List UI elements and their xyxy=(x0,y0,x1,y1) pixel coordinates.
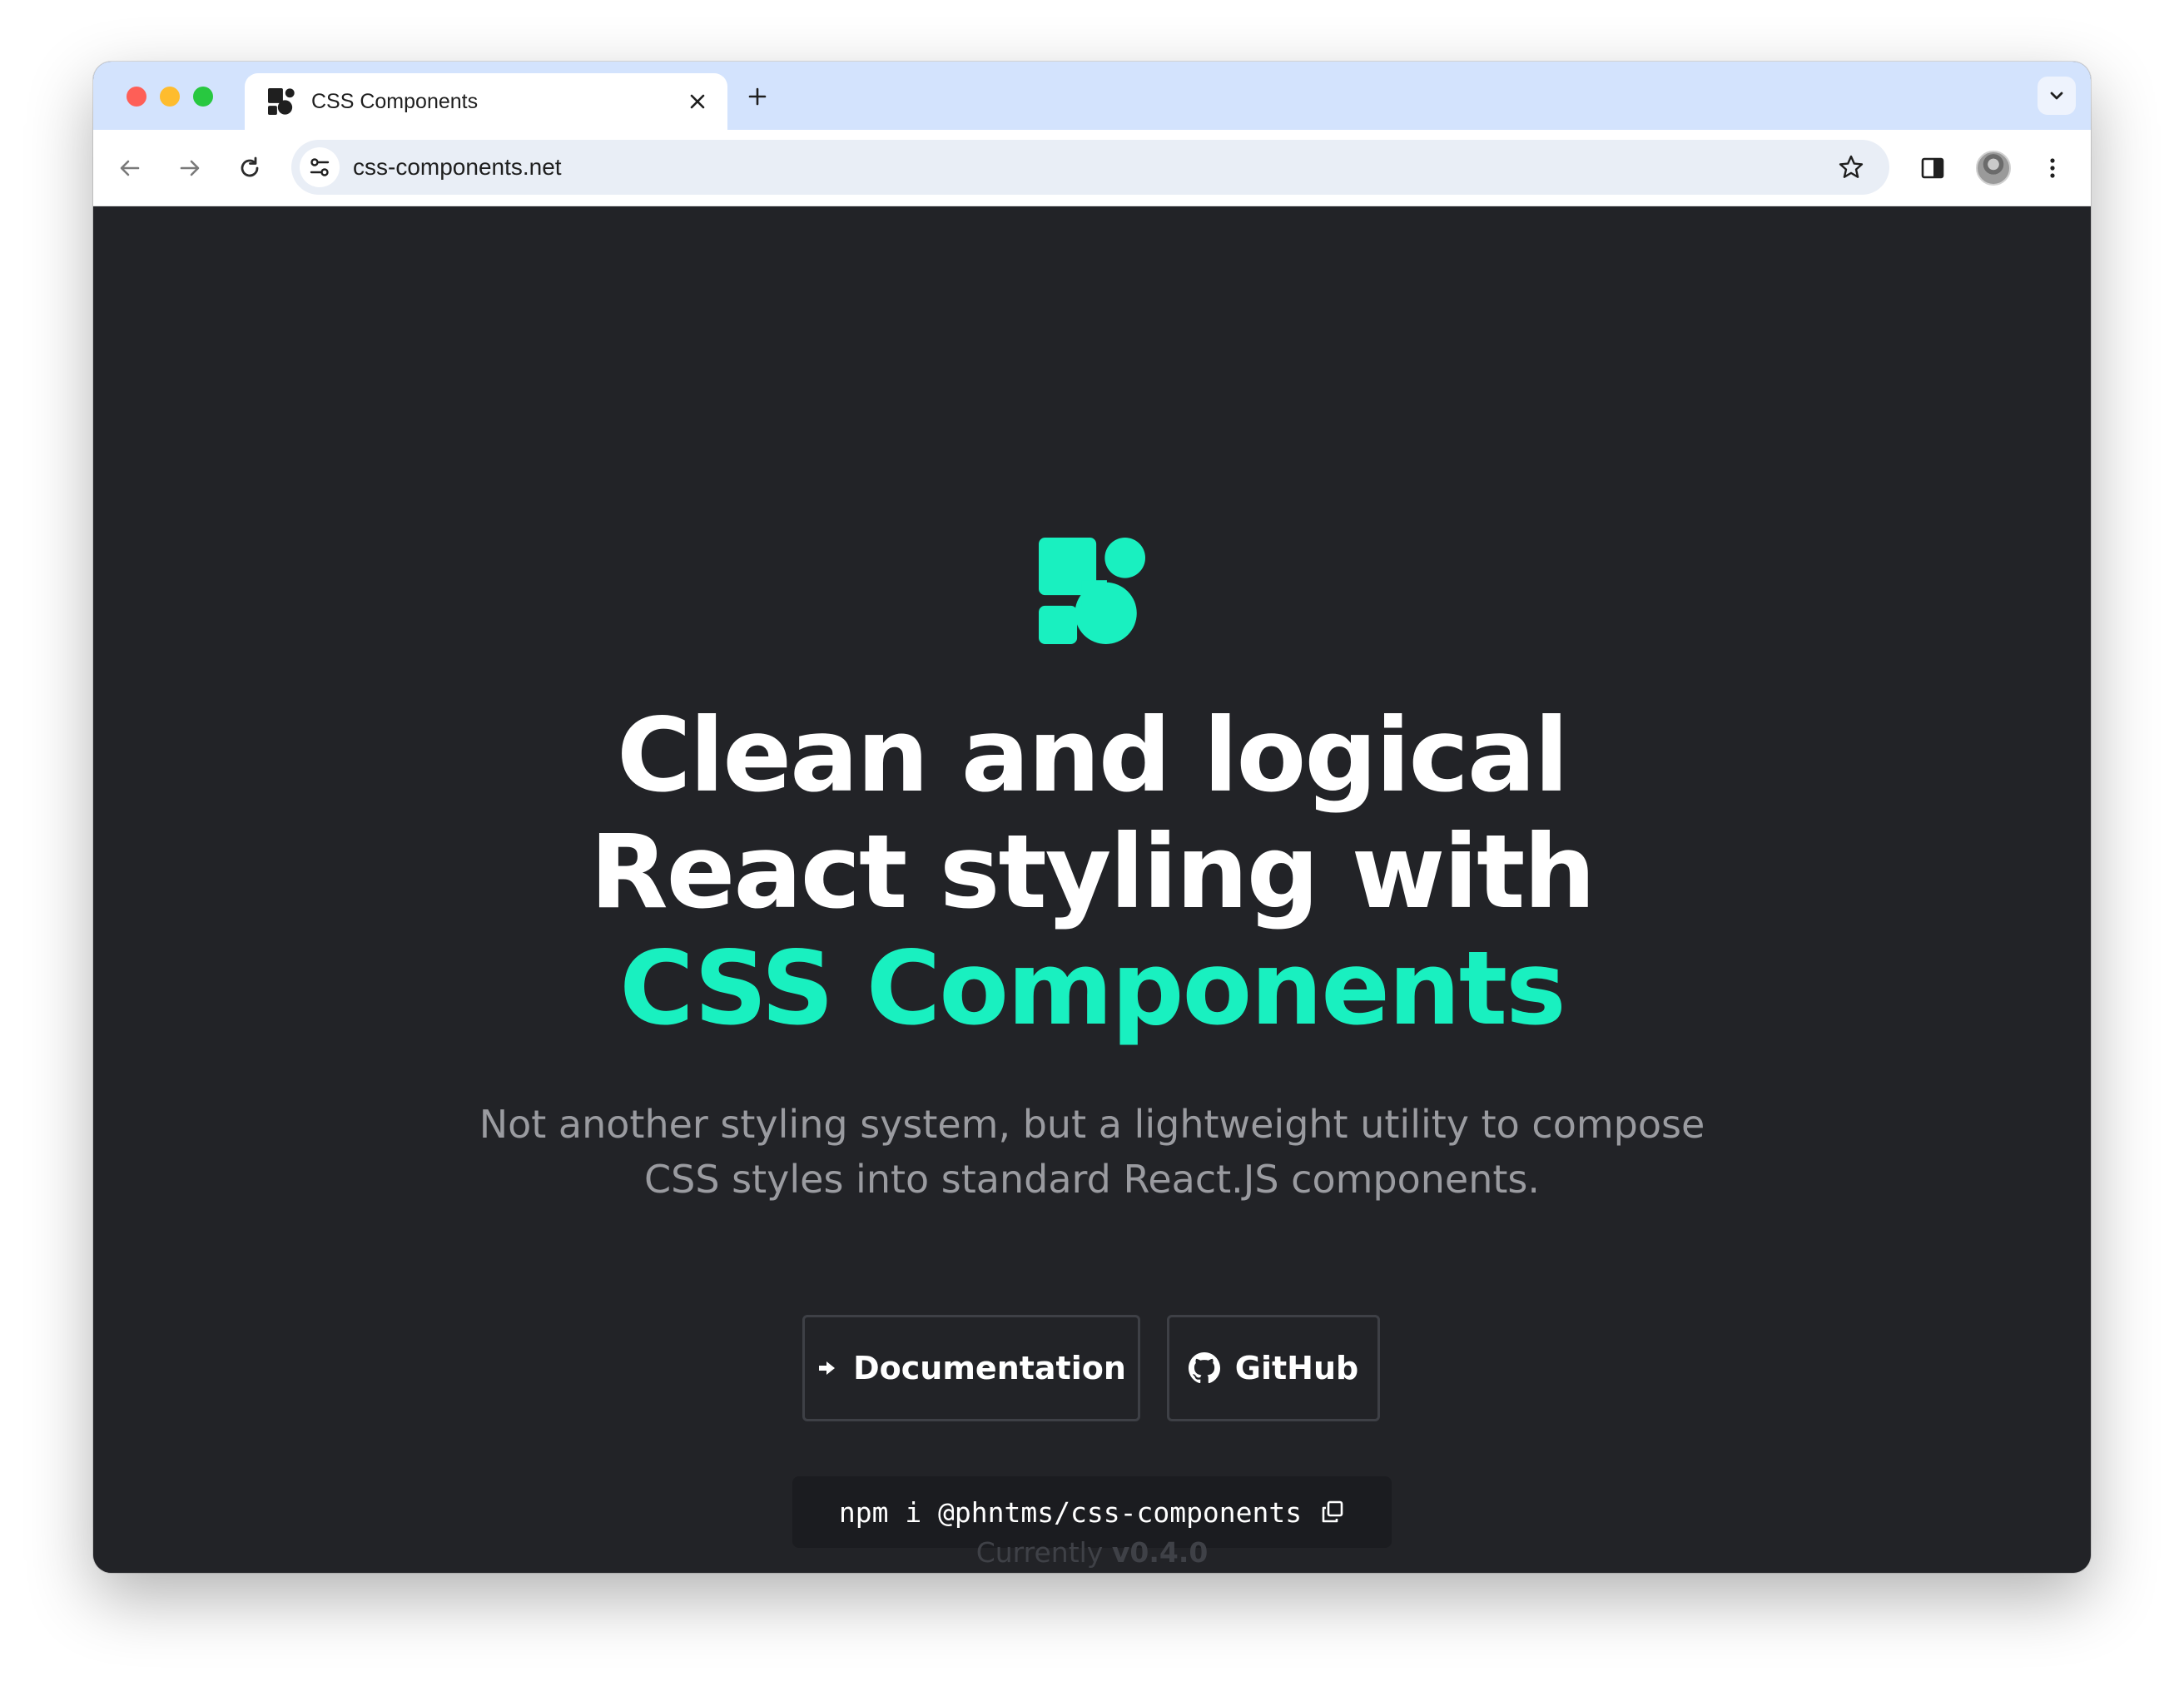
subtitle-line-2: CSS styles into standard React.JS compon… xyxy=(644,1157,1540,1202)
arrow-right-icon xyxy=(180,160,200,176)
url-text[interactable]: css-components.net xyxy=(353,154,562,181)
page-content: Clean and logical React styling with CSS… xyxy=(93,206,2091,1573)
arrow-right-icon xyxy=(819,1361,836,1375)
plus-icon xyxy=(748,87,767,106)
version-text: Currently v0.4.0 xyxy=(93,1536,2091,1569)
side-panel-icon xyxy=(1921,157,1944,179)
version-prefix: Currently xyxy=(975,1536,1104,1569)
tab-search-button[interactable] xyxy=(2038,77,2076,115)
back-button[interactable] xyxy=(113,151,146,185)
documentation-button[interactable]: Documentation xyxy=(802,1315,1140,1421)
headline-line-1: Clean and logical xyxy=(617,697,1569,815)
profile-avatar[interactable] xyxy=(1976,151,2011,186)
close-window-button[interactable] xyxy=(127,87,146,107)
browser-toolbar: css-components.net xyxy=(93,130,2091,206)
tab-css-components[interactable]: CSS Components xyxy=(245,73,727,130)
headline-accent: CSS Components xyxy=(619,930,1566,1048)
reload-icon xyxy=(241,156,259,177)
forward-button[interactable] xyxy=(173,151,206,185)
github-button[interactable]: GitHub xyxy=(1167,1315,1380,1421)
github-icon xyxy=(1188,1352,1220,1384)
bookmark-button[interactable] xyxy=(1834,151,1868,184)
close-icon xyxy=(690,94,705,109)
reload-button[interactable] xyxy=(233,151,266,185)
subtitle-line-1: Not another styling system, but a lightw… xyxy=(479,1102,1705,1147)
arrow-left-icon xyxy=(120,160,140,176)
browser-menu-button[interactable] xyxy=(2036,151,2069,185)
chevron-down-icon xyxy=(2050,92,2063,100)
css-components-logo-icon xyxy=(268,88,295,115)
tab-strip: CSS Components xyxy=(93,62,2091,130)
site-info-button[interactable] xyxy=(300,147,340,187)
hero-headline: Clean and logical React styling with CSS… xyxy=(93,697,2091,1047)
tab-title: CSS Components xyxy=(311,90,479,113)
maximize-window-button[interactable] xyxy=(193,87,213,107)
documentation-label: Documentation xyxy=(853,1350,1126,1386)
browser-window: CSS Components css-components.net Clean … xyxy=(93,62,2091,1573)
address-bar[interactable]: css-components.net xyxy=(291,140,1889,195)
star-icon xyxy=(1839,155,1864,178)
headline-line-2: React styling with xyxy=(589,813,1596,931)
copy-icon[interactable] xyxy=(1320,1500,1345,1525)
minimize-window-button[interactable] xyxy=(160,87,180,107)
tune-icon xyxy=(310,158,330,176)
version-number: v0.4.0 xyxy=(1111,1536,1209,1569)
new-tab-button[interactable] xyxy=(742,82,772,112)
npm-command-text: npm i @phntms/css-components xyxy=(838,1495,1303,1529)
github-label: GitHub xyxy=(1234,1350,1359,1386)
hero-subtitle: Not another styling system, but a lightw… xyxy=(93,1097,2091,1207)
css-components-logo-icon xyxy=(1039,538,1145,644)
tab-close-button[interactable] xyxy=(682,87,712,117)
kebab-menu-icon xyxy=(2050,158,2055,178)
side-panel-button[interactable] xyxy=(1916,151,1949,185)
